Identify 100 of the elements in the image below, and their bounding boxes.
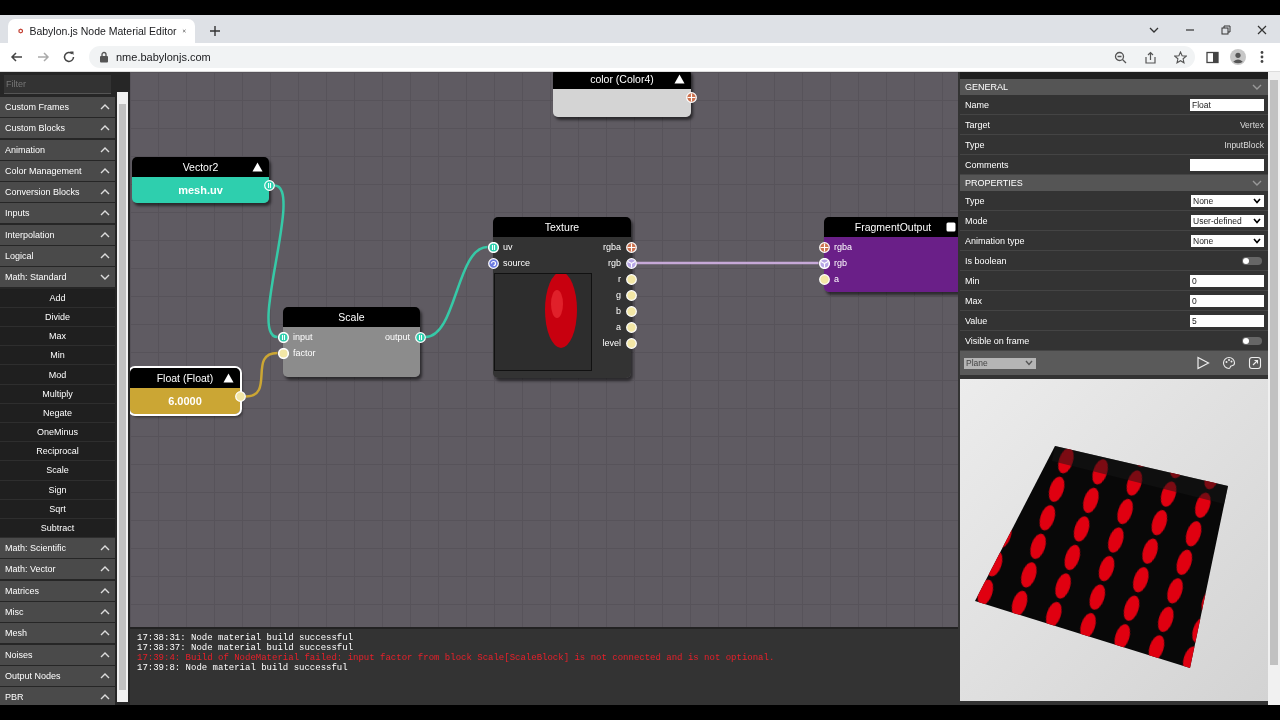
category-header[interactable]: PBR [0, 687, 115, 705]
property-label: Max [965, 295, 982, 306]
property-label: Mode [965, 215, 988, 226]
property-label: Min [965, 275, 980, 286]
graph-node[interactable]: FragmentOutput rgba rgb a [824, 217, 958, 292]
category-label: Matrices [5, 585, 39, 596]
dropdown[interactable]: None [1191, 194, 1264, 207]
category-label: Conversion Blocks [5, 187, 80, 198]
dropdown[interactable]: User-defined [1191, 214, 1264, 227]
category-label: Custom Frames [5, 102, 69, 112]
node-title: FragmentOutput [854, 221, 932, 233]
property-label: Type [965, 195, 985, 206]
section-header[interactable]: GENERAL [960, 79, 1268, 95]
dropdown[interactable]: None [1191, 234, 1264, 247]
category-header[interactable]: Interpolation [0, 224, 115, 245]
section-header[interactable]: PROPERTIES [960, 175, 1268, 191]
port-label: r [618, 274, 621, 284]
category-header[interactable]: Custom Frames [0, 97, 115, 117]
category-header[interactable]: Math: Standard [0, 267, 115, 288]
category-header[interactable]: Math: Vector [0, 559, 115, 580]
category-label: Math: Scientific [5, 543, 67, 554]
filter-field[interactable]: Filter [4, 75, 111, 94]
text-field[interactable]: 0 [1190, 294, 1264, 307]
tab-title: Babylon.js Node Material Editor [29, 25, 177, 37]
category-header[interactable]: Animation [0, 139, 115, 160]
category-header[interactable]: Mesh [0, 623, 115, 644]
port-label: a [834, 274, 839, 284]
category-label: Inputs [5, 208, 30, 219]
browser-tab[interactable]: Babylon.js Node Material Editor [8, 19, 195, 43]
port-label: a [616, 322, 621, 332]
category-header[interactable]: Matrices [0, 580, 115, 601]
node-header[interactable]: Float (Float) [130, 368, 240, 388]
property-label: Type [965, 139, 985, 150]
dropdown-value: User-defined [1193, 215, 1242, 226]
block-item[interactable]: Add [0, 288, 115, 308]
graph-node[interactable]: Vector2 mesh.uv [132, 157, 269, 203]
node-value: 6.0000 [130, 388, 240, 414]
category-header[interactable]: Inputs [0, 203, 115, 224]
dropdown-value: Plane [966, 358, 988, 368]
category-label: PBR [5, 692, 24, 703]
property-label: Is boolean [965, 255, 1007, 266]
property-value: Vertex [1239, 119, 1264, 130]
url-text: nme.babylonjs.com [116, 51, 211, 63]
dropdown-value: None [1193, 235, 1214, 246]
port-label: source [503, 258, 530, 268]
category-header[interactable]: Conversion Blocks [0, 182, 115, 203]
address-bar[interactable]: nme.babylonjs.com [89, 46, 1195, 68]
block-item[interactable]: Reciprocal [0, 442, 115, 462]
graph-node[interactable]: color (Color4) [553, 72, 691, 117]
category-header[interactable]: Noises [0, 644, 115, 665]
category-label: Logical [5, 251, 34, 262]
category-header[interactable]: Custom Blocks [0, 118, 115, 139]
port-label: rgba [603, 242, 621, 252]
category-header[interactable]: Misc [0, 602, 115, 622]
node-header[interactable]: Vector2 [132, 157, 269, 177]
port-label: level [602, 338, 621, 348]
block-item[interactable]: Mod [0, 365, 115, 385]
port-label: rgb [834, 258, 847, 268]
text-field[interactable]: 5 [1190, 314, 1264, 327]
node-header[interactable]: color (Color4) [553, 72, 691, 89]
port-label: rgba [834, 242, 852, 252]
port-label: uv [503, 242, 513, 252]
port-label: b [616, 306, 621, 316]
node-header[interactable]: Scale [283, 307, 420, 327]
category-header[interactable]: Color Management [0, 160, 115, 181]
block-item[interactable]: Max [0, 327, 115, 347]
block-item[interactable]: Scale [0, 461, 115, 481]
category-label: Interpolation [5, 229, 55, 240]
section-title: GENERAL [965, 82, 1008, 92]
node-title: Scale [338, 311, 365, 323]
node-header[interactable]: FragmentOutput [824, 217, 958, 237]
category-header[interactable]: Output Nodes [0, 665, 115, 686]
node-header[interactable]: Texture [493, 217, 631, 237]
property-label: Visible on frame [965, 335, 1030, 346]
node-value: mesh.uv [132, 177, 269, 203]
text-field[interactable]: 0 [1190, 274, 1264, 287]
category-label: Color Management [5, 165, 82, 176]
category-label: Mesh [5, 628, 27, 639]
graph-node[interactable]: Scale input factor output [283, 307, 420, 377]
block-item[interactable]: Min [0, 346, 115, 366]
text-field[interactable]: Float [1190, 98, 1264, 111]
mesh-dropdown[interactable]: Plane [964, 357, 1036, 369]
node-title: Vector2 [182, 161, 219, 173]
property-value: InputBlock [1224, 139, 1264, 150]
node-title: Float (Float) [156, 372, 214, 384]
port-label: input [293, 332, 313, 342]
category-header[interactable]: Logical [0, 246, 115, 267]
category-label: Animation [5, 144, 46, 155]
graph-node[interactable]: Texture uv source rgba rgb r g b a level [493, 217, 631, 378]
property-label: Animation type [965, 235, 1025, 246]
category-header[interactable]: Math: Scientific [0, 538, 115, 559]
graph-node[interactable]: Float (Float) 6.0000 [130, 368, 240, 414]
property-label: Target [965, 119, 990, 130]
log-line: 17:39:8: Node material build successful [137, 663, 349, 673]
node-title: color (Color4) [590, 73, 654, 85]
log-line: 17:39:4: Build of NodeMaterial failed: input factor from block Scale[ScaleBlock] is not connected and is not optional. [137, 653, 776, 663]
category-label: Noises [5, 649, 33, 660]
property-label: Name [965, 99, 989, 110]
property-label: Comments [965, 159, 1009, 170]
node-title: Texture [544, 221, 580, 233]
